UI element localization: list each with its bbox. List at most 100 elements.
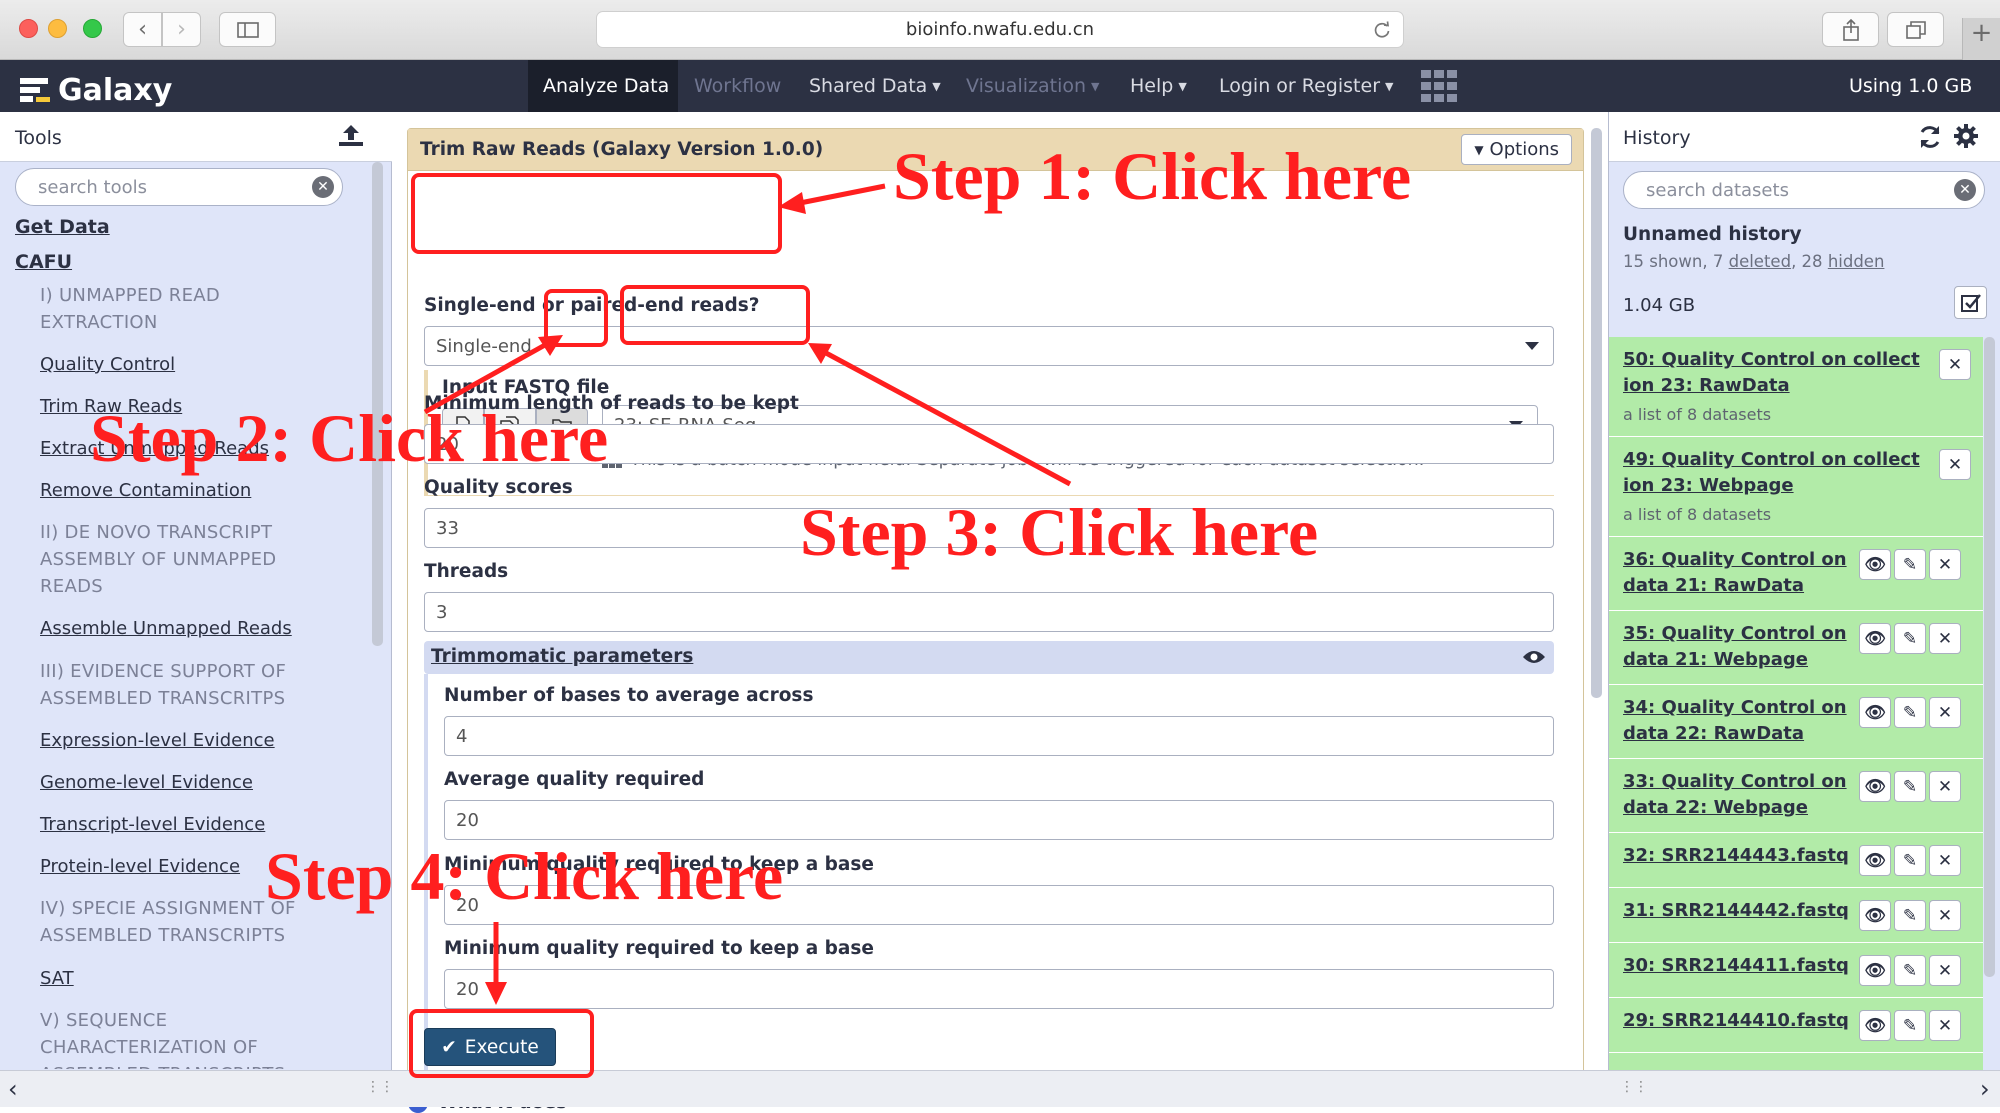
eye-icon[interactable]: 👁 <box>1859 771 1891 802</box>
pencil-icon[interactable]: ✎ <box>1894 845 1926 876</box>
history-item-title[interactable]: 32: SRR2144443.fastq <box>1623 843 1849 869</box>
deleted-link[interactable]: deleted <box>1729 252 1791 271</box>
delete-icon[interactable]: ✕ <box>1939 449 1971 480</box>
eye-icon[interactable]: 👁 <box>1859 955 1891 986</box>
pencil-icon[interactable]: ✎ <box>1894 955 1926 986</box>
tool-transcript-evidence[interactable]: Transcript-level Evidence <box>40 814 265 835</box>
eye-icon[interactable]: 👁 <box>1859 1010 1891 1041</box>
history-item-title[interactable]: 29: SRR2144410.fastq <box>1623 1008 1849 1034</box>
nav-shared-data[interactable]: Shared Data ▼ <box>809 60 941 112</box>
history-item-title[interactable]: 35: Quality Control on <box>1623 621 1847 647</box>
history-item[interactable]: 49: Quality Control on collect ion 23: W… <box>1609 437 1983 537</box>
delete-icon[interactable]: ✕ <box>1929 549 1961 580</box>
nav-workflow[interactable]: Workflow <box>694 60 781 112</box>
delete-icon[interactable]: ✕ <box>1929 845 1961 876</box>
trimmomatic-section-header[interactable]: Trimmomatic parameters <box>424 641 1554 674</box>
history-item-title[interactable]: 34: Quality Control on <box>1623 695 1847 721</box>
hidden-link[interactable]: hidden <box>1828 252 1885 271</box>
clear-search-icon[interactable]: ✕ <box>312 176 334 198</box>
clear-search-icon[interactable]: ✕ <box>1954 179 1976 201</box>
delete-icon[interactable]: ✕ <box>1929 900 1961 931</box>
tool-expression-evidence[interactable]: Expression-level Evidence <box>40 730 275 751</box>
history-item-title[interactable]: 50: Quality Control on collect <box>1623 347 1920 373</box>
upload-icon[interactable] <box>337 122 365 148</box>
tool-section-get-data[interactable]: Get Data <box>15 216 110 238</box>
min-quality-input-2[interactable]: 20 <box>444 969 1554 1009</box>
history-search-input[interactable]: search datasets ✕ <box>1623 171 1985 209</box>
tool-sat[interactable]: SAT <box>40 968 74 989</box>
history-item-title-cont[interactable]: data 21: Webpage <box>1623 647 1808 673</box>
history-item[interactable]: 36: Quality Control on data 21: RawData … <box>1609 537 1983 611</box>
tool-assemble-unmapped-reads[interactable]: Assemble Unmapped Reads <box>40 618 292 639</box>
eye-icon[interactable]: 👁 <box>1859 623 1891 654</box>
history-item[interactable]: 50: Quality Control on collect ion 23: R… <box>1609 337 1983 437</box>
new-tab-button[interactable]: + <box>1962 18 2000 60</box>
eye-icon[interactable] <box>1522 649 1546 665</box>
history-item[interactable]: 33: Quality Control on data 22: Webpage … <box>1609 759 1983 833</box>
history-item[interactable]: 35: Quality Control on data 21: Webpage … <box>1609 611 1983 685</box>
pencil-icon[interactable]: ✎ <box>1894 1010 1926 1041</box>
eye-icon[interactable]: 👁 <box>1859 549 1891 580</box>
delete-icon[interactable]: ✕ <box>1929 697 1961 728</box>
history-item-title-cont[interactable]: data 22: Webpage <box>1623 795 1808 821</box>
bases-avg-input[interactable]: 4 <box>444 716 1554 756</box>
galaxy-logo[interactable]: Galaxy <box>18 73 172 108</box>
history-item-title[interactable]: 31: SRR2144442.fastq <box>1623 898 1849 924</box>
nav-help[interactable]: Help ▼ <box>1130 60 1187 112</box>
forward-button[interactable]: › <box>162 12 201 47</box>
sidebar-toggle-button[interactable] <box>219 12 276 47</box>
collapse-right-icon[interactable]: › <box>1980 1075 1990 1103</box>
eye-icon[interactable]: 👁 <box>1859 900 1891 931</box>
eye-icon[interactable]: 👁 <box>1859 697 1891 728</box>
history-item-title-cont[interactable]: ion 23: RawData <box>1623 373 1790 399</box>
collapse-left-icon[interactable]: ‹ <box>8 1075 18 1103</box>
nav-analyze-data[interactable]: Analyze Data <box>543 60 669 112</box>
pencil-icon[interactable]: ✎ <box>1894 771 1926 802</box>
address-bar[interactable]: bioinfo.nwafu.edu.cn <box>596 11 1404 48</box>
drag-handle-icon[interactable]: ⋮⋮ <box>1620 1079 1648 1095</box>
back-button[interactable]: ‹ <box>123 12 162 47</box>
delete-icon[interactable]: ✕ <box>1939 349 1971 380</box>
history-item[interactable]: 29: SRR2144410.fastq 👁 ✎ ✕ <box>1609 998 1983 1053</box>
pencil-icon[interactable]: ✎ <box>1894 549 1926 580</box>
pencil-icon[interactable]: ✎ <box>1894 900 1926 931</box>
apps-grid-button[interactable] <box>1421 70 1457 106</box>
pencil-icon[interactable]: ✎ <box>1894 623 1926 654</box>
close-window-button[interactable] <box>19 19 38 38</box>
history-item-title[interactable]: 33: Quality Control on <box>1623 769 1847 795</box>
tool-search-input[interactable]: search tools ✕ <box>15 168 343 206</box>
history-scrollbar[interactable] <box>1984 337 1995 977</box>
gear-icon[interactable] <box>1953 123 1979 149</box>
history-item-title[interactable]: 36: Quality Control on <box>1623 547 1847 573</box>
delete-icon[interactable]: ✕ <box>1929 955 1961 986</box>
nav-visualization[interactable]: Visualization ▼ <box>966 60 1099 112</box>
tabs-overview-button[interactable] <box>1887 12 1944 47</box>
tool-section-cafu[interactable]: CAFU <box>15 251 72 273</box>
drag-handle-icon[interactable]: ⋮⋮ <box>366 1079 394 1095</box>
delete-icon[interactable]: ✕ <box>1929 1010 1961 1041</box>
history-item-title[interactable]: 30: SRR2144411.fastq <box>1623 953 1849 979</box>
history-item-title[interactable]: 49: Quality Control on collect <box>1623 447 1920 473</box>
tool-remove-contamination[interactable]: Remove Contamination <box>40 480 251 501</box>
tool-quality-control[interactable]: Quality Control <box>40 354 175 375</box>
history-item[interactable]: 34: Quality Control on data 22: RawData … <box>1609 685 1983 759</box>
share-button[interactable] <box>1822 12 1879 47</box>
history-item-partial[interactable] <box>1609 1053 1983 1070</box>
tool-protein-evidence[interactable]: Protein-level Evidence <box>40 856 240 877</box>
delete-icon[interactable]: ✕ <box>1929 623 1961 654</box>
avg-quality-input[interactable]: 20 <box>444 800 1554 840</box>
history-item-title-cont[interactable]: ion 23: Webpage <box>1623 473 1794 499</box>
minimize-window-button[interactable] <box>48 19 67 38</box>
pencil-icon[interactable]: ✎ <box>1894 697 1926 728</box>
history-item[interactable]: 31: SRR2144442.fastq 👁 ✎ ✕ <box>1609 888 1983 943</box>
delete-icon[interactable]: ✕ <box>1929 771 1961 802</box>
history-name[interactable]: Unnamed history <box>1623 224 1802 245</box>
history-item[interactable]: 30: SRR2144411.fastq 👁 ✎ ✕ <box>1609 943 1983 998</box>
history-item-title-cont[interactable]: data 22: RawData <box>1623 721 1804 747</box>
refresh-icon[interactable] <box>1917 124 1943 150</box>
history-item-title-cont[interactable]: data 21: RawData <box>1623 573 1804 599</box>
center-scrollbar[interactable] <box>1591 128 1602 698</box>
zoom-window-button[interactable] <box>83 19 102 38</box>
select-datasets-button[interactable] <box>1954 286 1987 319</box>
threads-input[interactable]: 3 <box>424 592 1554 632</box>
